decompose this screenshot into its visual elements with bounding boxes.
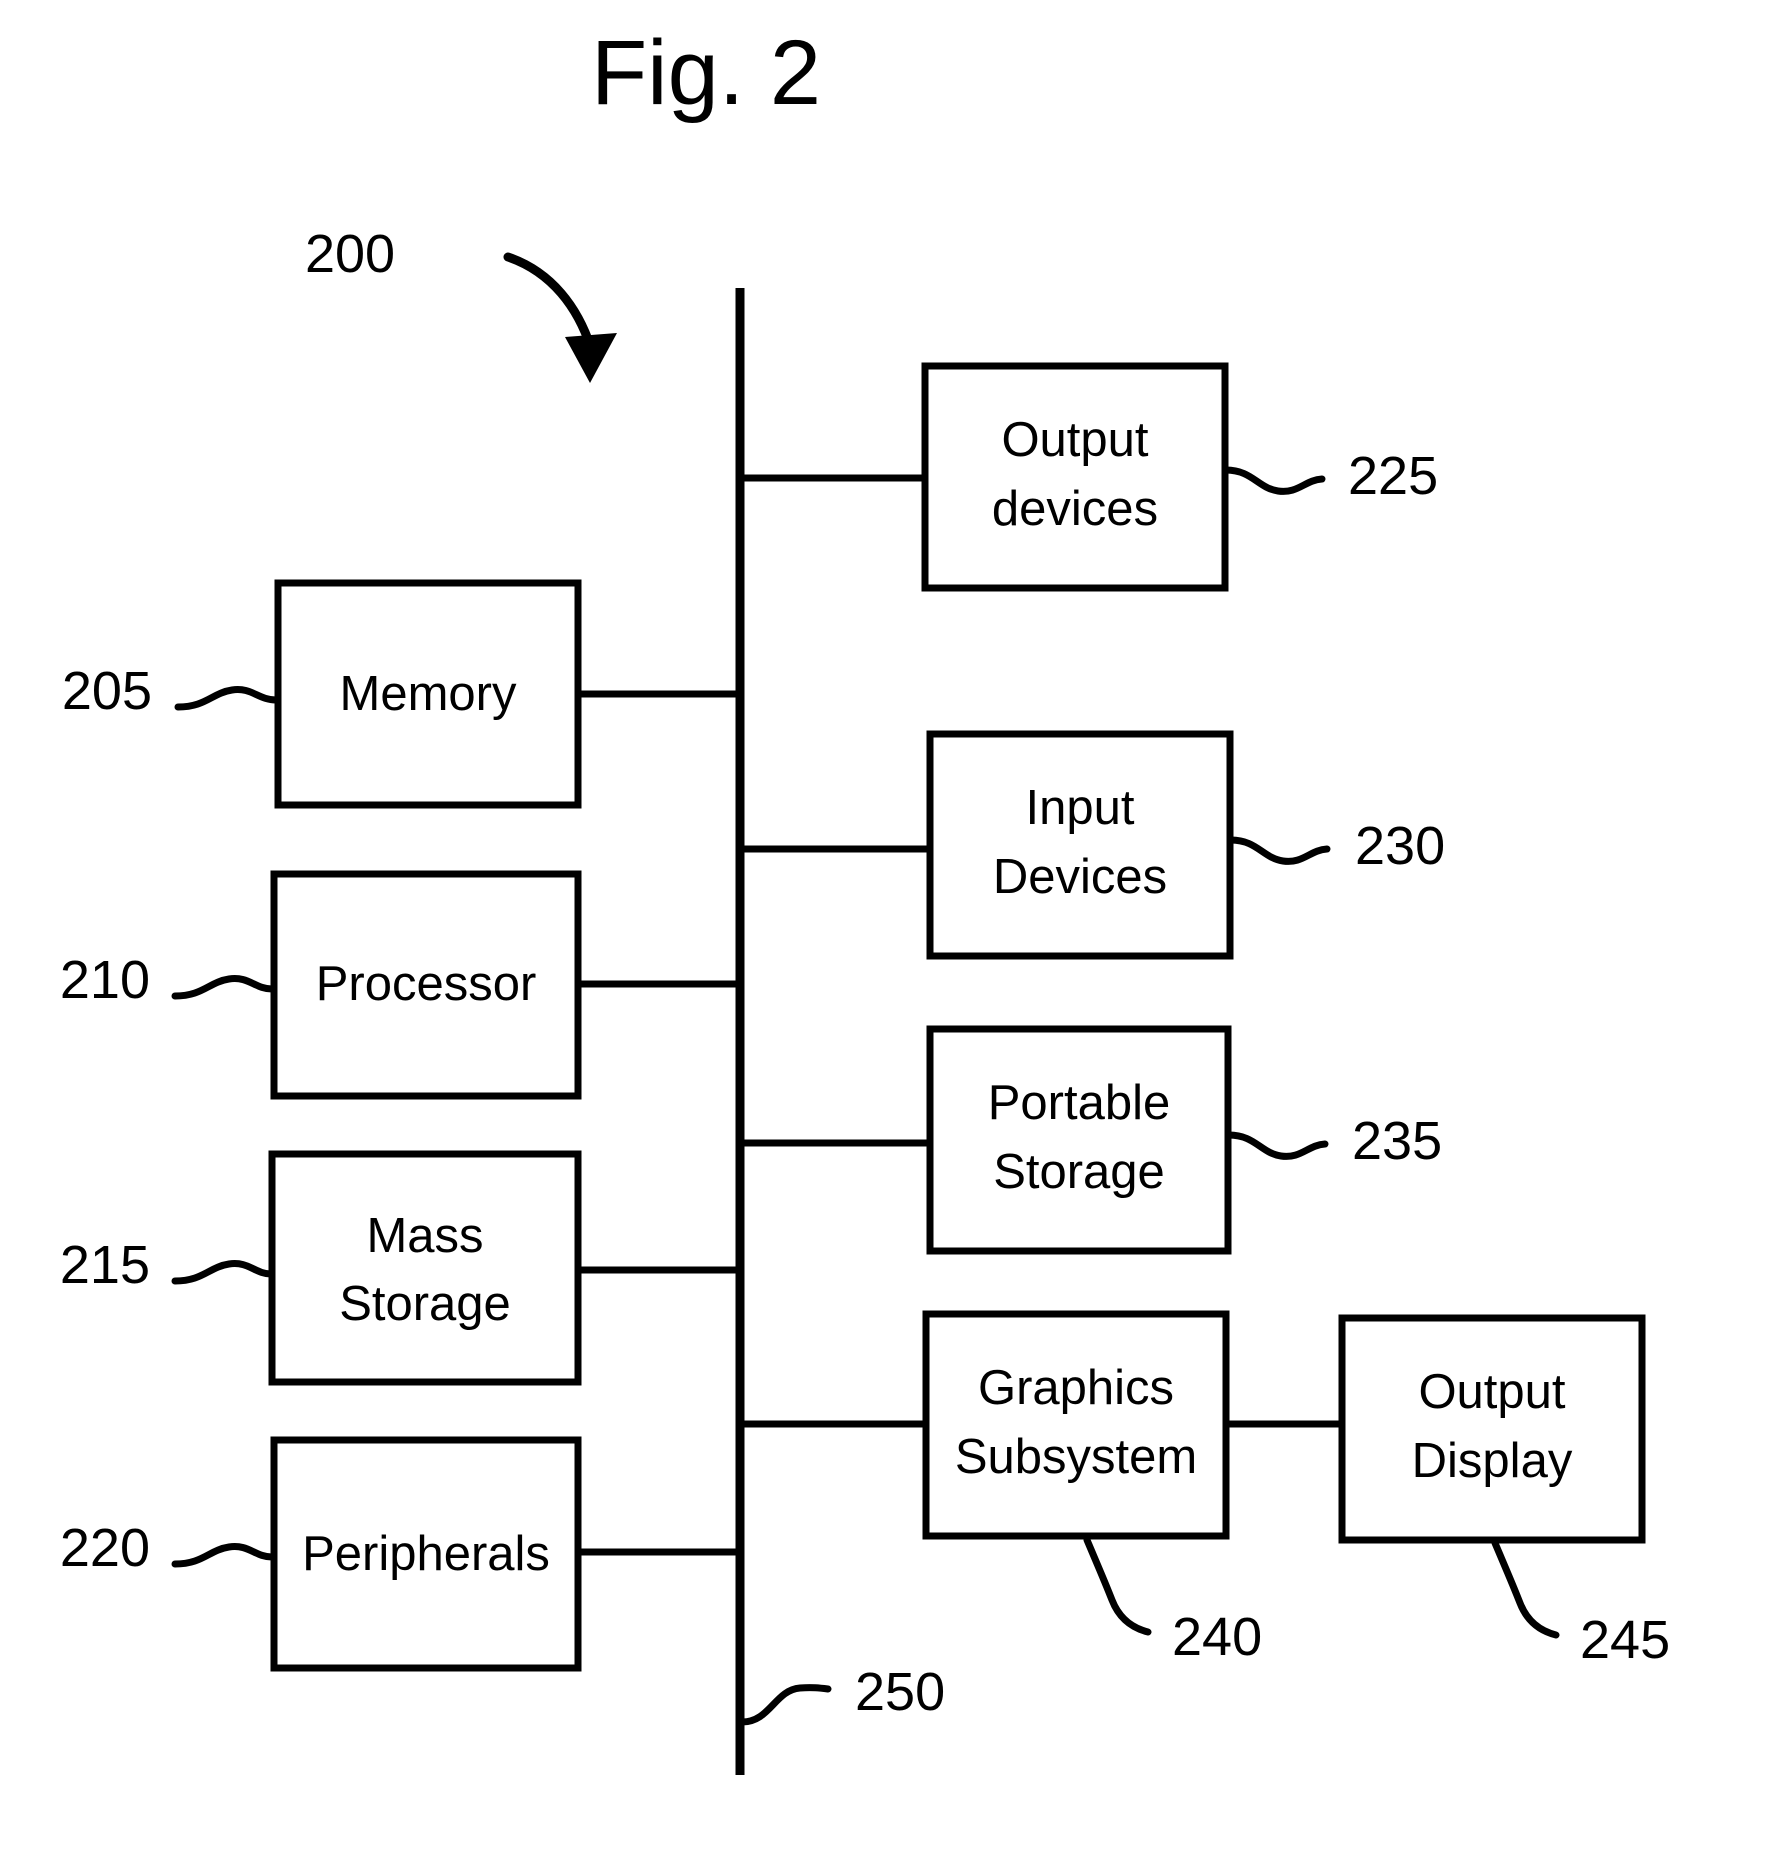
box-input-devices[interactable] xyxy=(926,730,1234,960)
ref-number-210: 210 xyxy=(60,950,150,1010)
box-processor-label: Processor xyxy=(316,957,537,1011)
box-portable-storage[interactable] xyxy=(926,1025,1232,1255)
ref-number-220: 220 xyxy=(60,1518,150,1578)
ref-leader-245 xyxy=(1491,1539,1560,1639)
box-output-display-label-line1: Output xyxy=(1418,1365,1565,1419)
box-memory-label: Memory xyxy=(340,667,517,721)
box-mass-storage-label-line1: Mass xyxy=(366,1209,483,1263)
figure-title: Fig. 2 xyxy=(591,22,821,124)
system-arrow-head xyxy=(565,333,617,383)
system-arrow-curve xyxy=(503,252,596,353)
box-portable-storage-label-line2: Storage xyxy=(993,1145,1165,1199)
patent-figure-2: Fig. 2 200 250 Memory 205 Processor 210 … xyxy=(0,0,1772,1876)
box-graphics-subsystem-label-line2: Subsystem xyxy=(955,1430,1197,1484)
ref-leader-230 xyxy=(1227,836,1331,865)
ref-number-205: 205 xyxy=(62,661,152,721)
ref-number-215: 215 xyxy=(60,1235,150,1295)
ref-number-225: 225 xyxy=(1348,446,1438,506)
ref-leader-225 xyxy=(1222,466,1326,495)
box-graphics-subsystem-label-line1: Graphics xyxy=(978,1361,1174,1415)
box-output-display[interactable] xyxy=(1338,1314,1646,1544)
box-output-devices-label-line2: devices xyxy=(992,482,1158,536)
ref-number-235: 235 xyxy=(1352,1111,1442,1171)
ref-number-200: 200 xyxy=(305,224,395,284)
box-portable-storage-label-line1: Portable xyxy=(988,1076,1171,1130)
ref-number-250: 250 xyxy=(855,1662,945,1722)
ref-leader-215 xyxy=(171,1260,275,1285)
ref-leader-205 xyxy=(174,686,280,711)
ref-leader-250 xyxy=(738,1684,832,1726)
box-input-devices-label-line1: Input xyxy=(1026,781,1135,835)
ref-number-245: 245 xyxy=(1580,1610,1670,1670)
box-graphics-subsystem[interactable] xyxy=(922,1310,1230,1540)
box-output-display-label-line2: Display xyxy=(1412,1434,1573,1488)
ref-leader-240 xyxy=(1083,1536,1152,1636)
box-mass-storage-label-line2: Storage xyxy=(339,1277,511,1331)
box-mass-storage[interactable] xyxy=(268,1150,582,1386)
ref-leader-235 xyxy=(1225,1131,1329,1160)
box-output-devices-label-line1: Output xyxy=(1001,413,1148,467)
box-input-devices-label-line2: Devices xyxy=(993,850,1167,904)
ref-number-240: 240 xyxy=(1172,1607,1262,1667)
ref-number-230: 230 xyxy=(1355,816,1445,876)
ref-leader-220 xyxy=(171,1543,276,1568)
box-output-devices[interactable] xyxy=(921,362,1229,592)
block-diagram-canvas: Fig. 2 200 250 Memory 205 Processor 210 … xyxy=(60,22,1670,1775)
box-peripherals-label: Peripherals xyxy=(302,1527,550,1581)
ref-leader-210 xyxy=(171,975,276,1000)
